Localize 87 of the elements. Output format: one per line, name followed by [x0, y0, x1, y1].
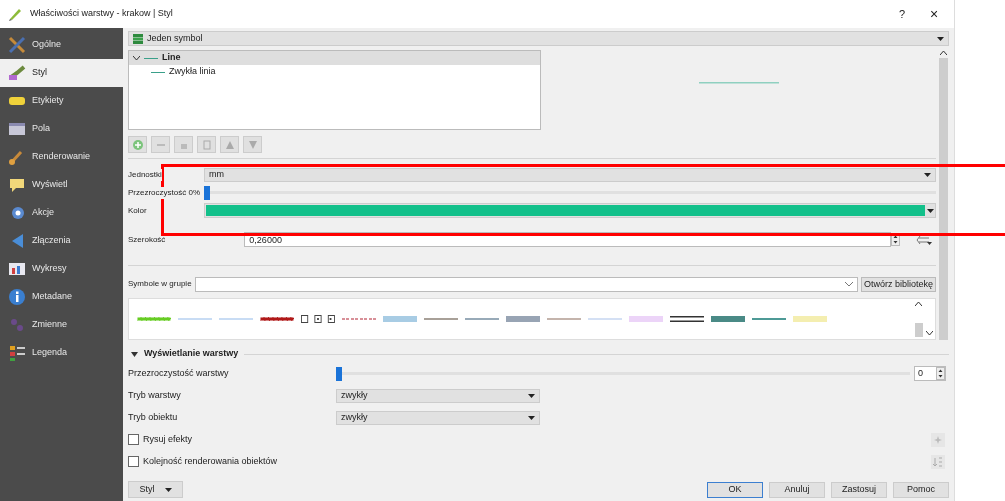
sidebar-item[interactable]: Wyświetl: [0, 171, 123, 199]
field-label: Przezroczystość 0%: [128, 186, 201, 199]
open-library-button[interactable]: Otwórz bibliotekę: [860, 276, 936, 292]
line-icon: [144, 56, 158, 60]
blend-dropdown[interactable]: zwykły: [336, 388, 540, 403]
dialog-button[interactable]: OK: [707, 481, 763, 498]
sort-button[interactable]: [931, 454, 945, 469]
dialog-button[interactable]: Pomoc: [893, 481, 949, 498]
sidebar-item[interactable]: Akcje: [0, 199, 123, 227]
line-icon: [151, 70, 165, 74]
close-button[interactable]: ×: [922, 3, 946, 25]
field-label: Tryb warstwy: [128, 388, 182, 402]
opacity-slider[interactable]: [204, 185, 936, 200]
field-label: Przezroczystość warstwy: [128, 366, 230, 380]
duplicate-button[interactable]: [197, 136, 216, 153]
sort-icon: [933, 456, 943, 467]
line-symbol[interactable]: [301, 315, 335, 323]
caret-icon: [937, 36, 944, 41]
sidebar-item[interactable]: Etykiety: [0, 87, 123, 115]
slider-thumb[interactable]: [336, 366, 342, 381]
info-icon: [8, 288, 26, 306]
sidebar-item[interactable]: Legenda: [0, 339, 123, 367]
caret-icon: [164, 487, 172, 492]
blend-dropdown[interactable]: zwykły: [336, 410, 540, 425]
slider-thumb[interactable]: [204, 185, 210, 200]
tree-item[interactable]: Line: [129, 51, 540, 65]
group-dropdown[interactable]: [194, 276, 858, 292]
chevron-down-icon: [926, 331, 933, 336]
data-defined-icon: [916, 233, 932, 246]
speech-bubble-icon: [8, 176, 26, 194]
triangle-down-icon: [246, 138, 259, 151]
caret-icon: [924, 172, 931, 177]
units-dropdown[interactable]: mm: [204, 167, 936, 182]
caret-icon: [528, 393, 535, 398]
remove-layer-button[interactable]: [151, 136, 170, 153]
dialog-button[interactable]: Anuluj: [769, 481, 825, 498]
chevron-down-icon: [133, 55, 140, 61]
sidebar-item[interactable]: Pola: [0, 115, 123, 143]
opacity-spinbox[interactable]: 0: [914, 366, 946, 381]
window-title: Właściwości warstwy - krakow | Styl: [30, 7, 174, 21]
sidebar-item[interactable]: Renderowanie: [0, 143, 123, 171]
chevron-down-icon: [844, 281, 853, 287]
sidebar-item[interactable]: Styl: [0, 59, 123, 87]
opacity-slider[interactable]: [336, 366, 910, 381]
sidebar-item[interactable]: Metadane: [0, 283, 123, 311]
spin-arrows-icon: [936, 367, 945, 380]
brush-icon: [8, 64, 26, 82]
stack-icon: [133, 33, 143, 44]
chevron-up-icon: [915, 301, 922, 306]
dots-icon: [8, 316, 26, 334]
section-header[interactable]: Wyświetlanie warstwy: [131, 347, 239, 361]
list-scrollbar[interactable]: [913, 299, 924, 339]
triangle-down-icon: [131, 351, 138, 357]
plus-icon: [131, 138, 144, 151]
help-button[interactable]: ?: [890, 5, 914, 23]
tools-icon: [8, 36, 26, 54]
checkbox[interactable]: Kolejność renderowania obiektów: [128, 454, 931, 469]
pencil-icon: [8, 7, 22, 21]
spin-arrows-icon: [891, 233, 900, 246]
line-symbol[interactable]: [670, 315, 704, 323]
sidebar-item[interactable]: Złączenia: [0, 227, 123, 255]
style-menu-button[interactable]: Styl: [128, 481, 183, 498]
tree-item[interactable]: Zwykła linia: [129, 65, 540, 79]
renderer-dropdown[interactable]: Jeden symbol: [128, 31, 949, 46]
move-up-button[interactable]: [220, 136, 239, 153]
field-label: Jednostki: [128, 168, 162, 181]
field-label: Tryb obiektu: [128, 410, 179, 424]
caret-icon: [927, 208, 934, 213]
table-icon: [8, 120, 26, 138]
sidebar-item[interactable]: Wykresy: [0, 255, 123, 283]
checkbox[interactable]: Rysuj efekty: [128, 432, 931, 447]
dialog-button[interactable]: Zastosuj: [831, 481, 887, 498]
color-button[interactable]: [204, 203, 936, 218]
field-label: Szerokość: [128, 233, 166, 246]
legend-icon: [8, 344, 26, 362]
field-label: Symbole w grupie: [128, 278, 192, 290]
copy-icon: [200, 138, 213, 151]
chart-icon: [8, 260, 26, 278]
caret-icon: [528, 415, 535, 420]
line-symbol[interactable]: [260, 315, 294, 323]
chevron-up-icon: [940, 50, 947, 55]
data-defined-button[interactable]: [916, 233, 932, 246]
move-down-button[interactable]: [243, 136, 262, 153]
sidebar-item[interactable]: Zmienne: [0, 311, 123, 339]
add-layer-button[interactable]: [128, 136, 147, 153]
scrollbar[interactable]: [938, 50, 949, 340]
sidebar-item[interactable]: Ogólne: [0, 31, 123, 59]
